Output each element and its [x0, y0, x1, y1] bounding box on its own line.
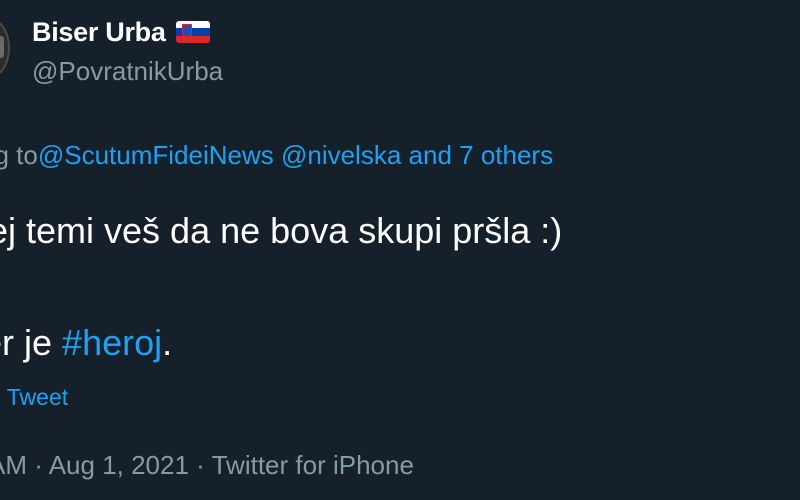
- author-name[interactable]: Biser Urba: [32, 14, 210, 50]
- mention-nivelska[interactable]: @nivelska: [281, 140, 401, 170]
- replying-others-link[interactable]: and 7 others: [409, 140, 554, 170]
- hashtag-heroj[interactable]: #heroj: [62, 322, 162, 363]
- tweet-meta: AM · Aug 1, 2021 · Twitter for iPhone: [0, 450, 414, 481]
- tweet-text-line-2-prefix: er je: [0, 322, 53, 363]
- meta-separator: ·: [34, 450, 43, 480]
- replying-to: ng to @ScutumFideiNews @nivelska and 7 o…: [0, 140, 553, 171]
- tweet-text-line-2-suffix: .: [162, 322, 173, 363]
- tweet-source: Twitter for iPhone: [211, 450, 414, 480]
- tweet-time[interactable]: AM: [0, 450, 27, 480]
- tweet-date[interactable]: Aug 1, 2021: [49, 450, 189, 480]
- replying-prefix: ng to: [0, 140, 38, 170]
- translate-tweet-link[interactable]: e Tweet: [0, 384, 68, 411]
- author-handle[interactable]: @PovratnikUrba: [32, 56, 223, 87]
- slovenia-flag-icon: [175, 21, 210, 43]
- tweet-view: Biser Urba @PovratnikUrba ng to @ScutumF…: [0, 0, 800, 500]
- mention-scutumfideinews[interactable]: @ScutumFideiNews: [38, 140, 274, 170]
- tweet-text-line-2: er je #heroj.: [0, 322, 172, 364]
- tweet-text-line-1: ej temi veš da ne bova skupi pršla :): [0, 210, 563, 251]
- avatar[interactable]: [0, 18, 10, 78]
- display-name[interactable]: Biser Urba: [32, 17, 166, 48]
- meta-separator: ·: [196, 450, 205, 480]
